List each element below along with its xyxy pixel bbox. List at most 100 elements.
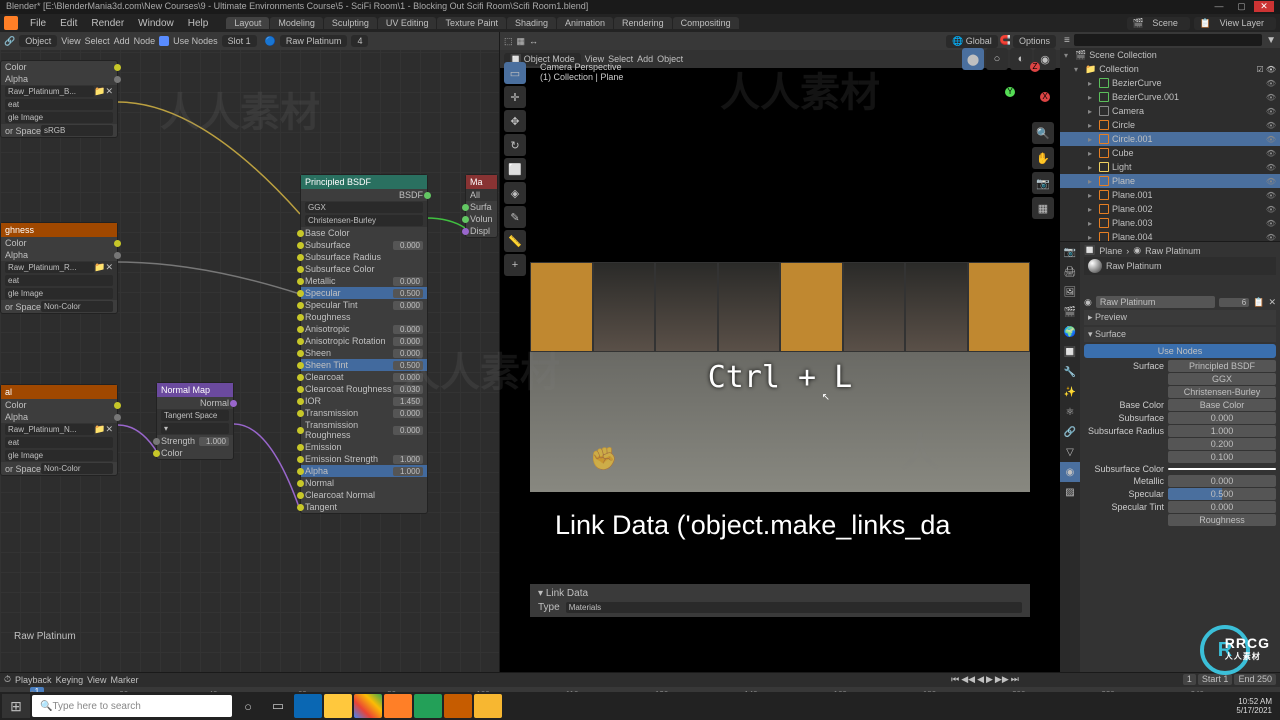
tab-texpaint[interactable]: Texture Paint — [437, 17, 506, 29]
select-tool-icon[interactable]: ▭ — [504, 62, 526, 84]
bsdf-subsurface-color[interactable]: Subsurface Color — [301, 263, 427, 275]
taskbar-search[interactable]: 🔍 Type here to search — [32, 695, 232, 717]
bsdf-clearcoat[interactable]: Clearcoat0.000 — [301, 371, 427, 383]
bsdf-anisotropic-rotation[interactable]: Anisotropic Rotation0.000 — [301, 335, 427, 347]
measure-tool-icon[interactable]: 📏 — [504, 230, 526, 252]
bsdf-anisotropic[interactable]: Anisotropic0.000 — [301, 323, 427, 335]
shading-icon[interactable]: ⬤ — [962, 48, 984, 70]
prop-specular[interactable]: Specular0.500 — [1084, 488, 1276, 500]
menu-render[interactable]: Render — [85, 17, 130, 30]
outliner-item-camera[interactable]: ▸Camera👁 — [1060, 104, 1280, 118]
taskbar-blender-icon[interactable] — [384, 694, 412, 718]
prop-surface[interactable]: SurfacePrincipled BSDF — [1084, 360, 1276, 372]
outliner-item-plane[interactable]: ▸Plane👁 — [1060, 174, 1280, 188]
surface-panel[interactable]: ▾ Surface — [1084, 327, 1276, 342]
start-button[interactable]: ⊞ — [2, 694, 30, 718]
proptab-scene-icon[interactable]: 🎬 — [1060, 302, 1080, 322]
outliner-search[interactable] — [1074, 34, 1262, 46]
proptab-texture-icon[interactable]: ▨ — [1060, 482, 1080, 502]
menu-edit[interactable]: Edit — [54, 17, 83, 30]
tab-rendering[interactable]: Rendering — [614, 17, 672, 29]
tl-marker[interactable]: Marker — [110, 675, 138, 685]
proptab-modifier-icon[interactable]: 🔧 — [1060, 362, 1080, 382]
bsdf-sheen[interactable]: Sheen0.000 — [301, 347, 427, 359]
tab-compositing[interactable]: Compositing — [673, 17, 739, 29]
proptab-particle-icon[interactable]: ✨ — [1060, 382, 1080, 402]
prop-0.200[interactable]: 0.200 — [1084, 438, 1276, 450]
bsdf-subsurface[interactable]: Subsurface0.000 — [301, 239, 427, 251]
bsdf-base-color[interactable]: Base Color — [301, 227, 427, 239]
bsdf-emission-strength[interactable]: Emission Strength1.000 — [301, 453, 427, 465]
use-nodes-button[interactable]: Use Nodes — [1084, 344, 1276, 358]
node-add[interactable]: Add — [114, 36, 130, 46]
prop-roughness[interactable]: Roughness — [1084, 514, 1276, 526]
menu-help[interactable]: Help — [182, 17, 215, 30]
proptab-object-icon[interactable]: 🔲 — [1060, 342, 1080, 362]
outliner-item-plane.004[interactable]: ▸Plane.004👁 — [1060, 230, 1280, 242]
proptab-physics-icon[interactable]: ⚛ — [1060, 402, 1080, 422]
outliner-item-plane.003[interactable]: ▸Plane.003👁 — [1060, 216, 1280, 230]
bsdf-clearcoat-normal[interactable]: Clearcoat Normal — [301, 489, 427, 501]
tl-prev-key-icon[interactable]: ◀◀ — [961, 674, 975, 685]
rotate-tool-icon[interactable]: ↻ — [504, 134, 526, 156]
bsdf-specular-tint[interactable]: Specular Tint0.000 — [301, 299, 427, 311]
node-select[interactable]: Select — [85, 36, 110, 46]
menu-file[interactable]: File — [24, 17, 52, 30]
material-slot[interactable]: Raw Platinum — [1084, 257, 1276, 275]
tl-play-icon[interactable]: ▶ — [986, 674, 993, 685]
material-name[interactable]: Raw Platinum — [280, 35, 348, 47]
outliner-item-plane.002[interactable]: ▸Plane.002👁 — [1060, 202, 1280, 216]
proptab-output-icon[interactable]: 🖨 — [1060, 262, 1080, 282]
node-principled-bsdf[interactable]: Principled BSDF BSDF GGX Christensen-Bur… — [300, 174, 428, 514]
bsdf-specular[interactable]: Specular0.500 — [301, 287, 427, 299]
tl-keying[interactable]: Keying — [56, 675, 84, 685]
material-name-field[interactable]: Raw Platinum — [1096, 296, 1215, 308]
tl-view[interactable]: View — [87, 675, 106, 685]
node-normal-tex[interactable]: al — [1, 385, 117, 399]
persp-icon[interactable]: ▦ — [1032, 197, 1054, 219]
proptab-material-icon[interactable]: ◉ — [1060, 462, 1080, 482]
viewlayer-selector[interactable]: 📋 View Layer — [1194, 17, 1276, 30]
bsdf-subsurface-radius[interactable]: Subsurface Radius — [301, 251, 427, 263]
bsdf-normal[interactable]: Normal — [301, 477, 427, 489]
popup-type-value[interactable]: Materials — [566, 602, 1022, 613]
taskbar-app2-icon[interactable] — [444, 694, 472, 718]
menu-window[interactable]: Window — [132, 17, 180, 30]
node-view[interactable]: View — [61, 36, 80, 46]
bsdf-metallic[interactable]: Metallic0.000 — [301, 275, 427, 287]
prop-subsurface[interactable]: Subsurface0.000 — [1084, 412, 1276, 424]
snap-icon[interactable]: 🧲 — [1000, 35, 1011, 48]
tab-shading[interactable]: Shading — [507, 17, 556, 29]
bsdf-alpha[interactable]: Alpha1.000 — [301, 465, 427, 477]
taskbar-chrome-icon[interactable] — [354, 694, 382, 718]
vp-add[interactable]: Add — [637, 54, 653, 64]
node-material-output[interactable]: Ma All Surfa Volun Displ — [465, 174, 498, 238]
outliner-collection[interactable]: ▾📁 Collection☑ 👁 — [1060, 62, 1280, 76]
bsdf-sheen-tint[interactable]: Sheen Tint0.500 — [301, 359, 427, 371]
taskbar-clock[interactable]: 10:52 AM5/17/2021 — [1230, 697, 1278, 715]
outliner-item-circle[interactable]: ▸Circle👁 — [1060, 118, 1280, 132]
move-tool-icon[interactable]: ✥ — [504, 110, 526, 132]
tab-layout[interactable]: Layout — [226, 17, 269, 29]
taskbar-explorer-icon[interactable] — [324, 694, 352, 718]
node-node[interactable]: Node — [134, 36, 156, 46]
node-normal-map[interactable]: Normal Map — [157, 383, 233, 397]
filter-icon[interactable]: ▼ — [1266, 35, 1276, 46]
material-users[interactable]: 6 — [1219, 298, 1249, 307]
tl-playback[interactable]: Playback — [15, 675, 52, 685]
bsdf-tangent[interactable]: Tangent — [301, 501, 427, 513]
camera-icon[interactable]: 📷 — [1032, 172, 1054, 194]
scale-tool-icon[interactable]: ⬜ — [504, 158, 526, 180]
tab-modeling[interactable]: Modeling — [270, 17, 323, 29]
proptab-data-icon[interactable]: ▽ — [1060, 442, 1080, 462]
add-tool-icon[interactable]: + — [504, 254, 526, 276]
tab-sculpting[interactable]: Sculpting — [324, 17, 377, 29]
vp-object[interactable]: Object — [657, 54, 683, 64]
node-object[interactable]: Object — [19, 35, 57, 47]
tl-next-key-icon[interactable]: ▶▶ — [995, 674, 1009, 685]
proptab-world-icon[interactable]: 🌍 — [1060, 322, 1080, 342]
tl-mode-icon[interactable]: ⏱ — [4, 674, 11, 685]
cortana-icon[interactable]: ○ — [234, 694, 262, 718]
proptab-constraint-icon[interactable]: 🔗 — [1060, 422, 1080, 442]
taskbar-app3-icon[interactable] — [474, 694, 502, 718]
